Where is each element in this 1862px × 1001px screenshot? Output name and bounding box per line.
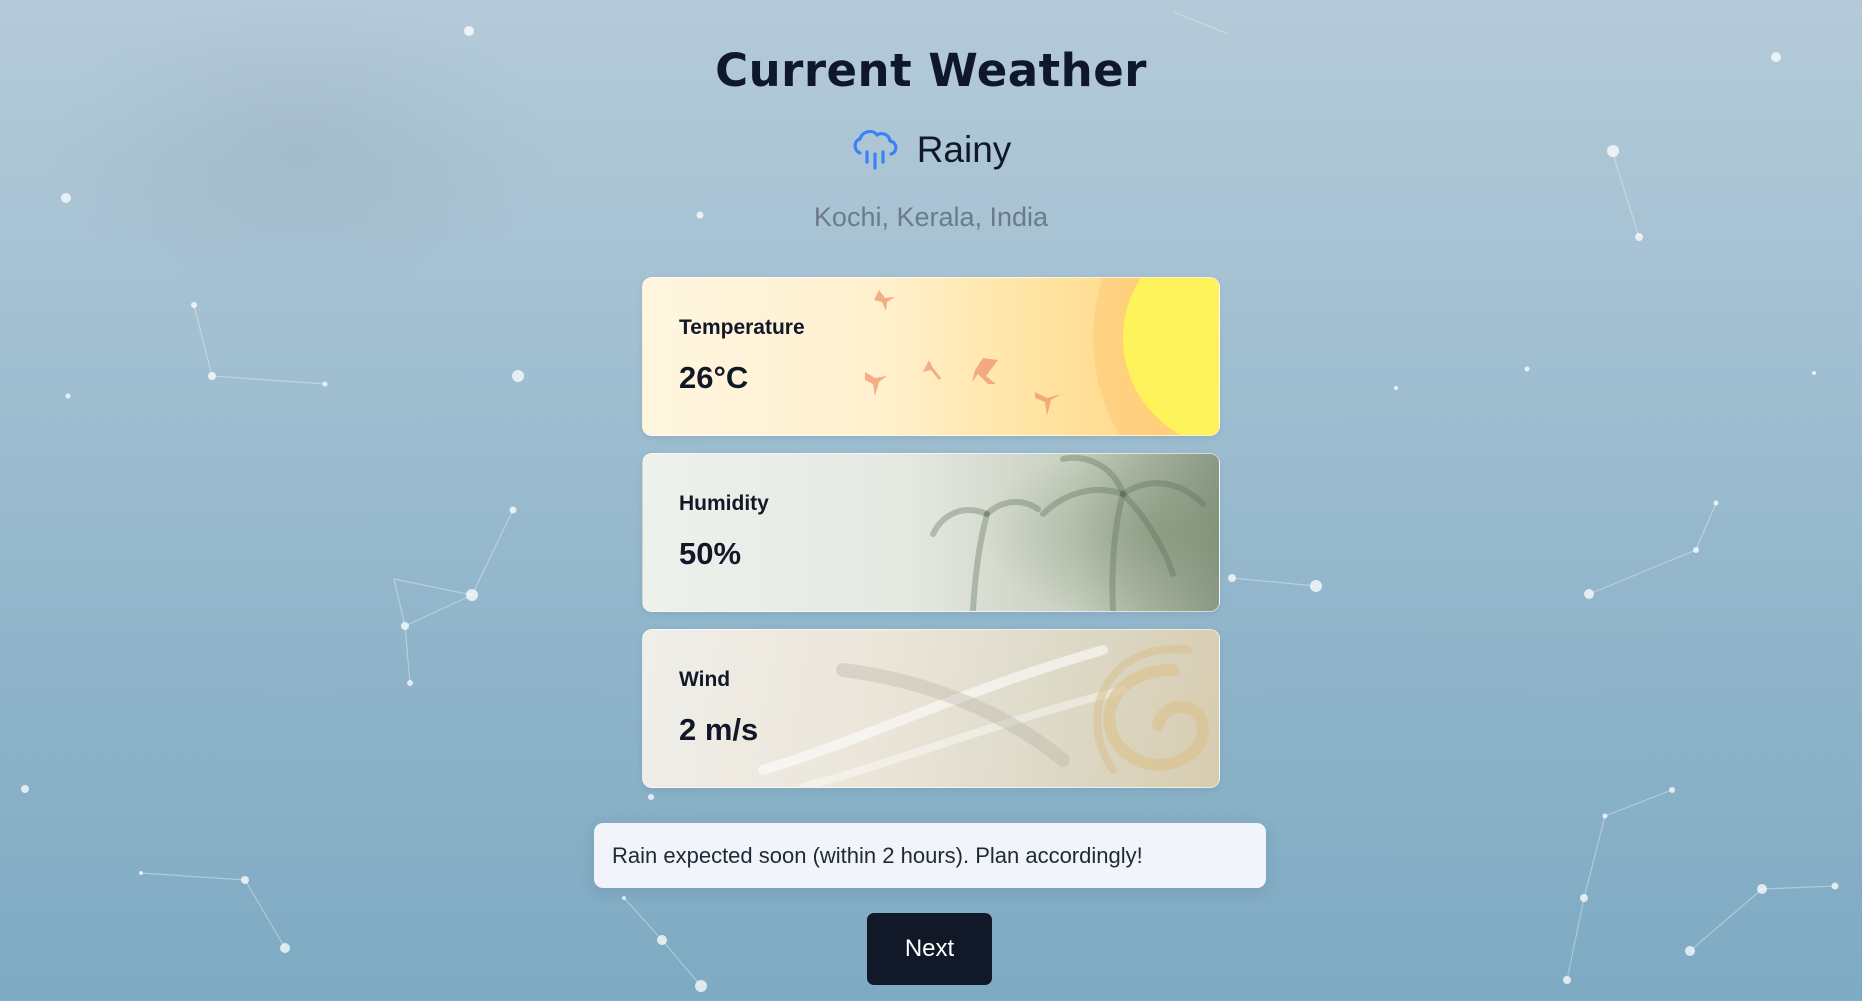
humidity-card: Humidity 50%	[642, 453, 1220, 612]
weather-page: Current Weather Rainy Kochi, Kerala, Ind…	[0, 0, 1862, 1001]
cloud-rain-icon	[851, 126, 899, 174]
temperature-card: Temperature 26°C	[642, 277, 1220, 436]
misty-palm-illustration	[923, 454, 1219, 611]
temperature-label: Temperature	[679, 316, 805, 339]
rain-alert-banner: Rain expected soon (within 2 hours). Pla…	[594, 823, 1266, 888]
wind-swirl-illustration	[758, 645, 1210, 787]
wind-label: Wind	[679, 668, 731, 691]
wind-value: 2 m/s	[679, 712, 759, 747]
location-text: Kochi, Kerala, India	[813, 202, 1049, 232]
weather-condition-label: Rainy	[916, 129, 1012, 170]
rain-alert-message: Rain expected soon (within 2 hours). Pla…	[612, 842, 1143, 868]
humidity-value: 50%	[679, 536, 742, 571]
wind-card: Wind 2 m/s	[642, 629, 1220, 788]
weather-condition: Rainy	[0, 126, 1862, 174]
temperature-value: 26°C	[679, 360, 749, 395]
next-button[interactable]: Next	[867, 913, 992, 985]
sun-birds-illustration	[865, 278, 1219, 435]
page-title: Current Weather	[715, 44, 1147, 97]
humidity-label: Humidity	[679, 492, 769, 515]
